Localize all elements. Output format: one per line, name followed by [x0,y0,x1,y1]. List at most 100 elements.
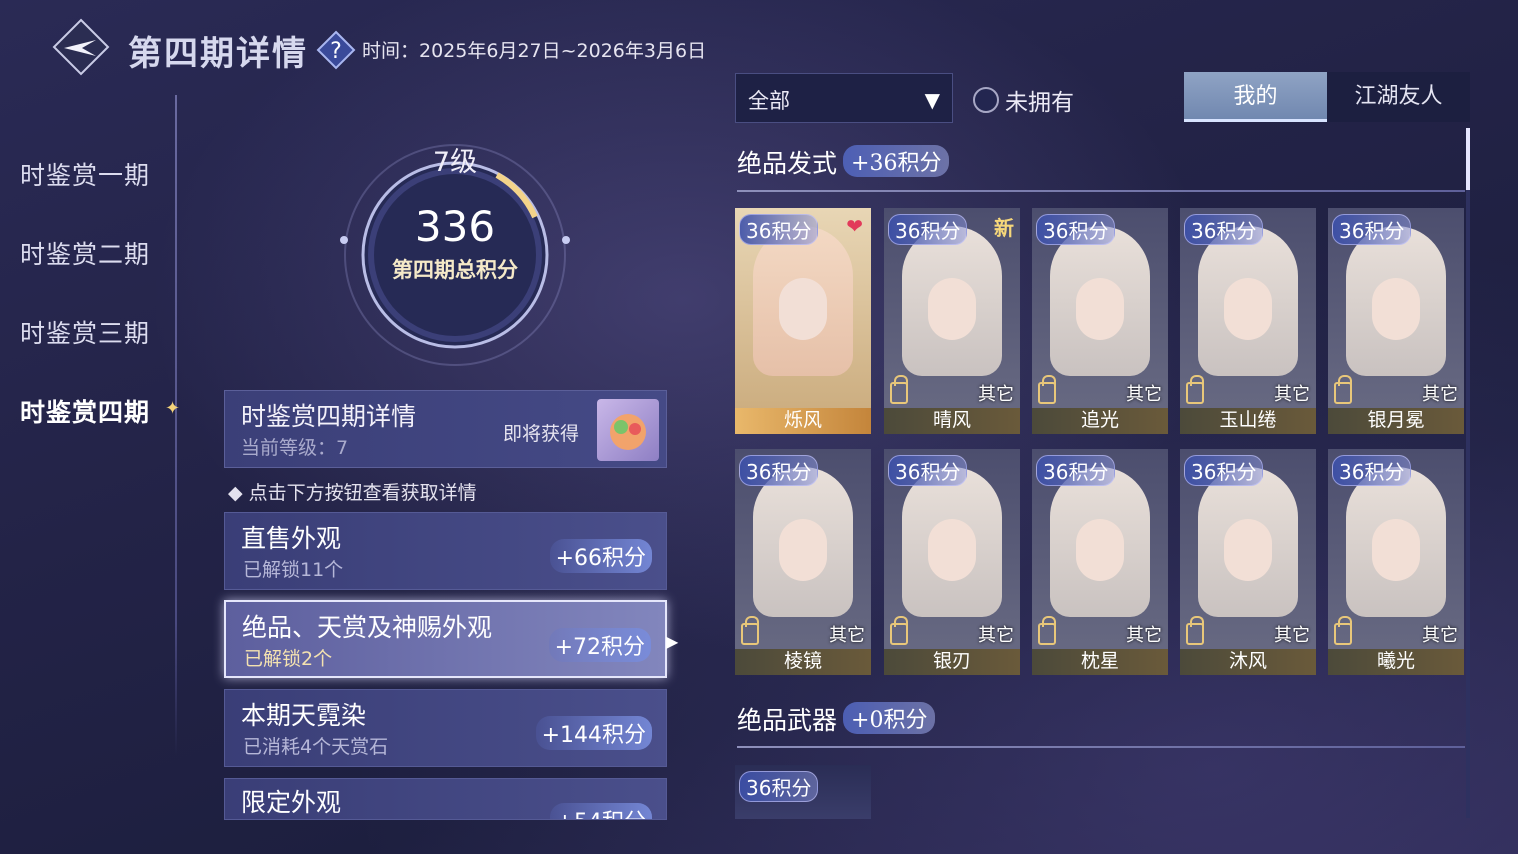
category-title: 绝品、天赏及神赐外观 [242,613,493,642]
card-points: 36积分 [1184,214,1264,245]
help-icon[interactable]: ? [316,30,356,70]
card-category: 其它 [1274,384,1310,405]
hair-card[interactable]: 36积分 其它 棱镜 [735,449,871,675]
section-title: 绝品武器 [737,706,838,735]
page-title: 第四期详情 [128,34,308,74]
card-points: 36积分 [1036,214,1116,245]
lock-icon [1186,375,1204,404]
section-divider [737,746,1465,748]
new-badge: 新 [994,216,1014,240]
filter-value: 全部 [748,89,790,113]
nav-item-season-2[interactable]: 时鉴赏二期 [20,235,150,271]
hair-card[interactable]: 36积分 其它 银刃 [884,449,1020,675]
card-category: 其它 [978,384,1014,405]
card-category: 其它 [1422,384,1458,405]
category-points: +72积分 [548,628,651,662]
lock-icon [1334,375,1352,404]
card-points: 36积分 [1332,455,1412,486]
hint-text: ◆ 点击下方按钮查看获取详情 [228,482,477,504]
category-points: +66积分 [549,539,652,573]
category-subtitle: 已解锁2个 [244,648,333,670]
event-time: 时间：2025年6月27日~2026年3月6日 [362,40,707,62]
card-points: 36积分 [1184,455,1264,486]
card-points: 36积分 [739,771,819,802]
selected-arrow-icon: ▶ [666,632,679,651]
weapon-card[interactable]: 36积分 [735,765,871,819]
tab-friends[interactable]: 江湖友人 [1327,72,1470,122]
hair-card[interactable]: 36积分 其它 追光 [1032,208,1168,434]
category-subtitle: 已解锁11个 [243,559,344,581]
category-limited[interactable]: 限定外观 +54积分 [224,778,667,820]
season-detail-title: 时鉴赏四期详情 [241,402,417,431]
category-subtitle: 已消耗4个天赏石 [243,736,389,758]
nav-divider [175,95,177,755]
lock-icon [890,616,908,645]
category-premium[interactable]: 绝品、天赏及神赐外观 已解锁2个 +72积分 [224,600,667,678]
lock-icon [890,375,908,404]
card-name: 追光 [1080,409,1119,431]
card-name: 银月冕 [1367,409,1425,431]
hair-card[interactable]: 36积分 其它 玉山绻 [1180,208,1316,434]
nav-item-season-4[interactable]: 时鉴赏四期 [20,393,150,429]
svg-text:?: ? [330,39,342,64]
card-points: 36积分 [888,214,968,245]
card-category: 其它 [1126,384,1162,405]
radio-icon[interactable] [973,87,999,113]
face-thumbnail [779,278,827,340]
total-score: 336 [414,202,496,251]
chevron-down-icon: ▼ [924,88,940,112]
lock-icon [1186,616,1204,645]
card-category: 其它 [829,625,865,646]
filter-dropdown[interactable]: 全部 ▼ [735,73,953,123]
season-detail-card[interactable]: 时鉴赏四期详情 当前等级：7 即将获得 [224,390,667,468]
section-points: +36积分 [843,145,950,177]
card-name: 曦光 [1376,650,1415,672]
score-caption: 第四期总积分 [392,257,518,282]
face-thumbnail [928,519,976,581]
upcoming-reward-icon[interactable] [597,399,659,461]
lock-icon [1038,375,1056,404]
face-thumbnail [779,519,827,581]
nav-item-season-3[interactable]: 时鉴赏三期 [20,314,150,350]
card-name: 枕星 [1080,650,1119,672]
section-title: 绝品发式 [737,149,838,178]
card-name: 银刃 [932,650,971,672]
nav-item-season-1[interactable]: 时鉴赏一期 [20,156,150,192]
tab-mine[interactable]: 我的 [1184,72,1327,122]
card-points: 36积分 [1332,214,1412,245]
face-thumbnail [1076,278,1124,340]
category-points: +54积分 [549,803,652,819]
favorite-heart-icon: ❤ [846,214,863,238]
card-category: 其它 [1422,625,1458,646]
back-arrow-icon [52,18,110,76]
category-dye[interactable]: 本期天霓染 已消耗4个天赏石 +144积分 [224,689,667,767]
level-label: 7级 [432,147,478,178]
card-name: 棱镜 [783,650,822,672]
scrollbar[interactable] [1466,128,1470,818]
face-thumbnail [1224,519,1272,581]
card-name: 玉山绻 [1219,409,1277,431]
hair-card[interactable]: 36积分 其它 银月冕 [1328,208,1464,434]
back-button[interactable] [52,18,110,76]
current-level: 当前等级：7 [241,437,349,459]
hair-card[interactable]: 36积分 ❤ 烁风 [735,208,871,434]
card-name: 烁风 [783,409,822,431]
category-title: 直售外观 [241,524,342,553]
hair-card[interactable]: 36积分 其它 枕星 [1032,449,1168,675]
category-title: 本期天霓染 [241,701,367,730]
hair-card[interactable]: 36积分 其它 曦光 [1328,449,1464,675]
section-divider [737,190,1465,192]
scrollbar-thumb[interactable] [1466,128,1470,190]
card-points: 36积分 [1036,455,1116,486]
category-direct-sale[interactable]: 直售外观 已解锁11个 +66积分 [224,512,667,590]
face-thumbnail [1224,278,1272,340]
hair-card[interactable]: 36积分 新 其它 晴风 [884,208,1020,434]
category-title: 限定外观 [241,788,342,817]
lock-icon [1334,616,1352,645]
unowned-filter[interactable]: 未拥有 [973,83,1074,117]
unowned-label: 未拥有 [1005,90,1074,116]
hair-card[interactable]: 36积分 其它 沐风 [1180,449,1316,675]
active-marker-icon: ✦ [165,398,181,419]
face-thumbnail [1372,519,1420,581]
card-name: 沐风 [1228,650,1267,672]
